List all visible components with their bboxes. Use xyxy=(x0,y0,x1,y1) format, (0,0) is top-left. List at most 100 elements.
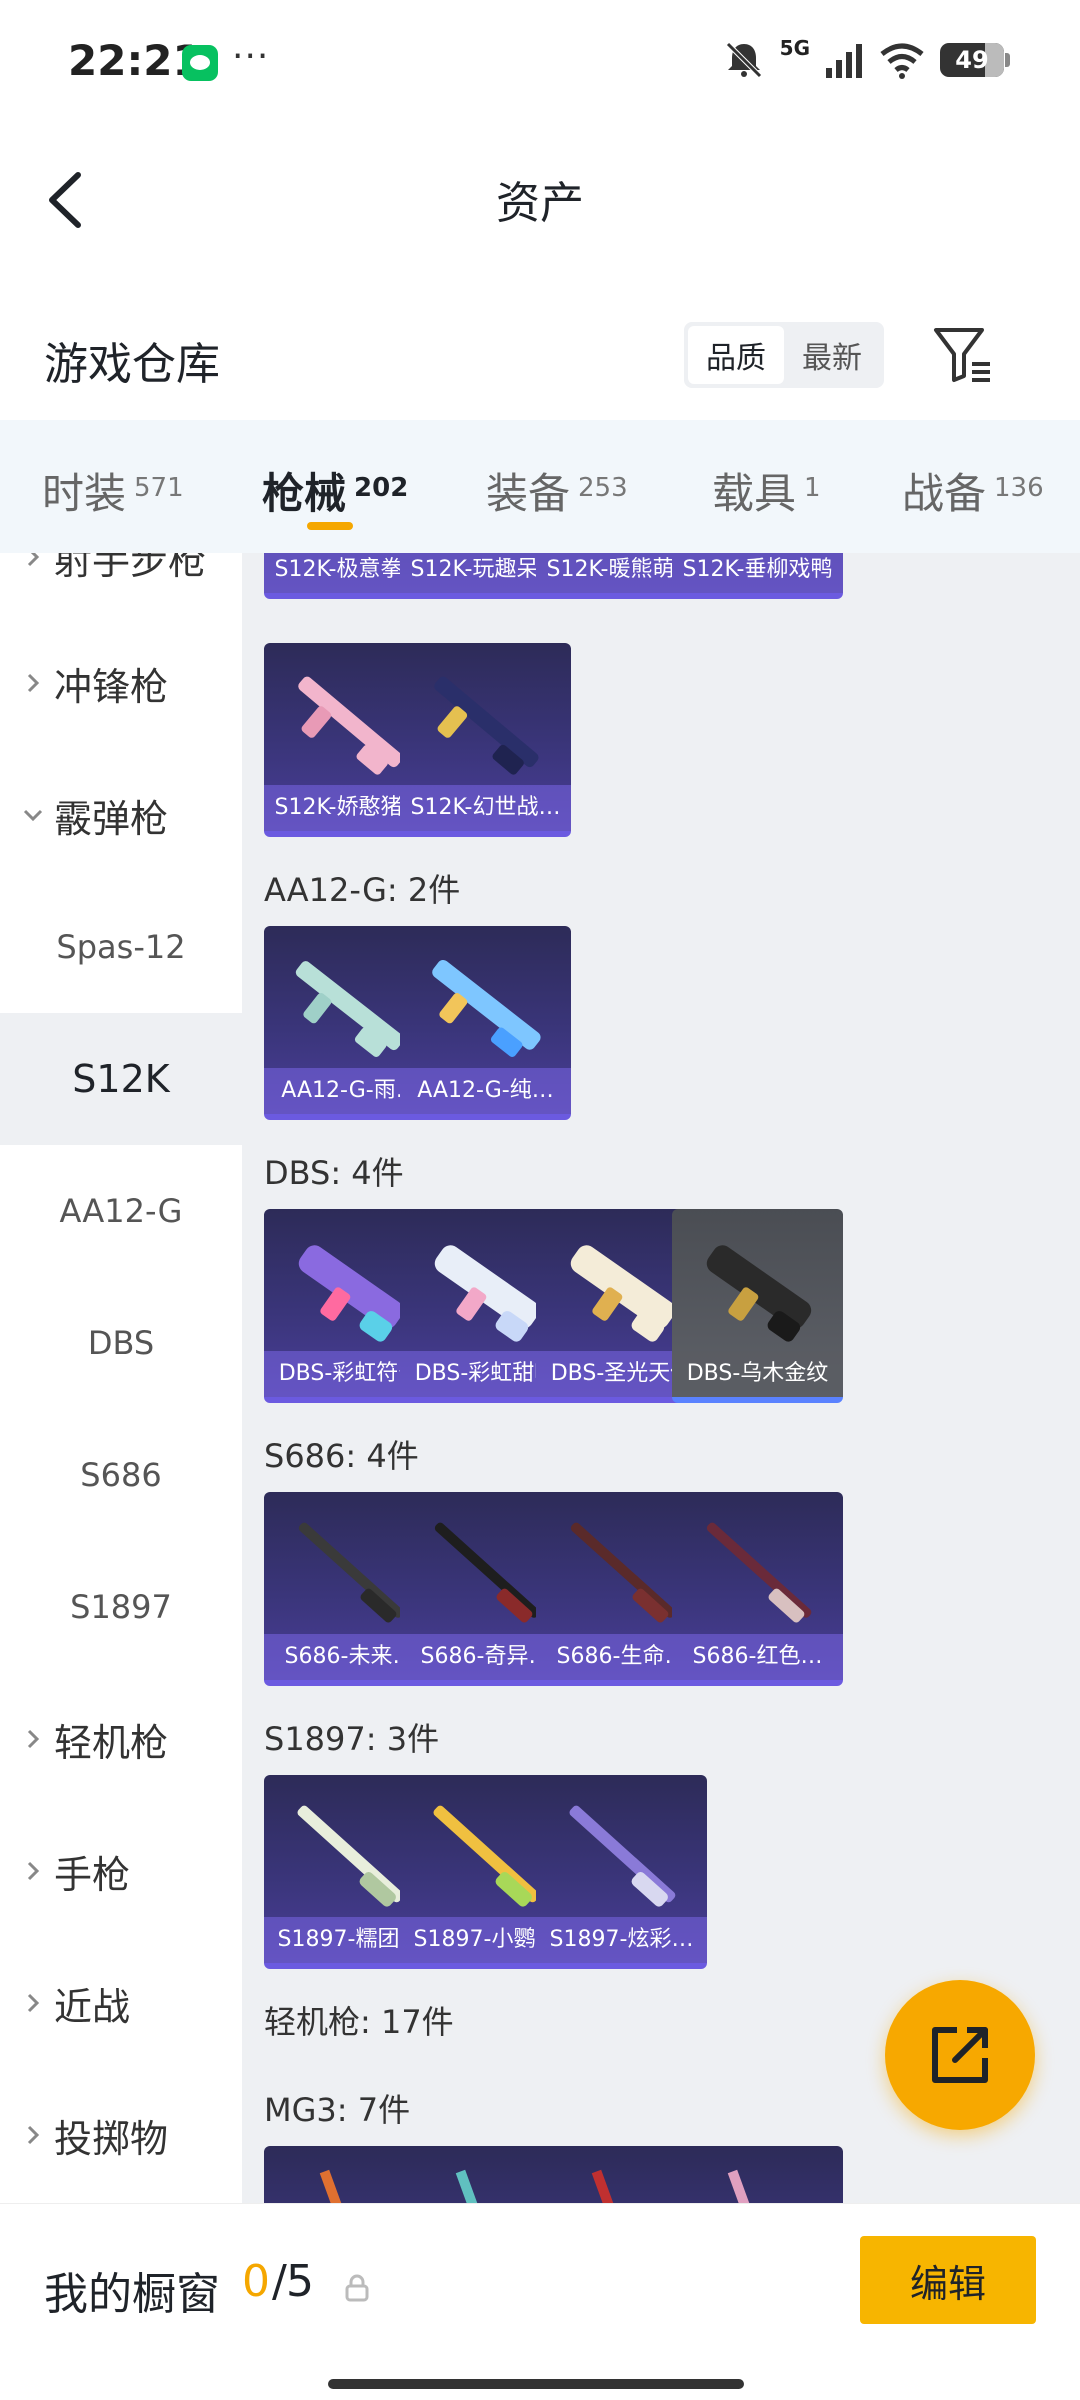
item-name: S1897-炫彩… xyxy=(536,1917,707,1963)
sidebar-item-smg[interactable]: 冲锋枪 xyxy=(0,617,242,749)
tab-count: 202 xyxy=(354,473,409,503)
showcase-bar: 我的橱窗 0 / 5 编辑 xyxy=(0,2203,1080,2400)
sidebar-item-label: S1897 xyxy=(70,1588,172,1626)
item-card[interactable] xyxy=(672,2146,843,2203)
tab-label: 装备 xyxy=(486,469,571,518)
mute-icon xyxy=(725,42,762,78)
sidebar-item-shotgun[interactable]: 霰弹枪 xyxy=(0,749,242,881)
group-header: S1897: 3件 xyxy=(264,1720,440,1758)
tab-label: 枪械 xyxy=(262,469,347,518)
weapon-category-sidebar: 射手步枪 冲锋枪 霰弹枪 Spas-12 S12K AA12-G DBS S68… xyxy=(0,553,242,2203)
active-tab-indicator xyxy=(307,522,353,530)
chevron-right-icon xyxy=(27,553,40,567)
group-header: DBS: 4件 xyxy=(264,1154,404,1192)
sidebar-item-label: 冲锋枪 xyxy=(54,664,169,709)
chevron-down-icon xyxy=(23,809,43,822)
app-header: 资产 xyxy=(0,125,1080,265)
sidebar-item-label: 手枪 xyxy=(54,1852,131,1897)
sidebar-item-spas-12[interactable]: Spas-12 xyxy=(0,881,242,1013)
share-button[interactable] xyxy=(885,1980,1035,2130)
tab-vehicles[interactable]: 载具 1 xyxy=(712,460,821,521)
group-header: MG3: 7件 xyxy=(264,2091,411,2129)
item-grid: S12K-极意拳锋 S12K-玩趣呆呆 S12K-暖熊萌萌 S12K-垂柳戏鸭 … xyxy=(242,553,1080,2203)
sidebar-item-lmg[interactable]: 轻机枪 xyxy=(0,1673,242,1805)
sort-newest-button[interactable]: 最新 xyxy=(784,326,880,384)
chevron-right-icon xyxy=(27,1861,40,1881)
sidebar-item-pistol[interactable]: 手枪 xyxy=(0,1805,242,1937)
sidebar-item-dbs[interactable]: DBS xyxy=(0,1277,242,1409)
showcase-separator: / xyxy=(272,2256,287,2307)
shotgun-skin-icon xyxy=(432,959,541,1057)
showcase-title: 我的橱窗 xyxy=(44,2269,220,2320)
shotgun-skin-icon xyxy=(434,676,539,775)
sidebar-item-label: AA12-G xyxy=(59,1192,183,1230)
item-card[interactable]: DBS-乌木金纹 xyxy=(672,1209,843,1403)
page-title: 资产 xyxy=(496,178,584,229)
group-header: 轻机枪: 17件 xyxy=(264,2003,454,2041)
more-notifications-icon: ··· xyxy=(232,36,270,77)
filter-icon[interactable] xyxy=(930,322,996,388)
tab-count: 1 xyxy=(804,473,821,503)
shotgun-skin-icon xyxy=(706,1522,812,1623)
warehouse-title: 游戏仓库 xyxy=(44,339,220,390)
showcase-used-count: 0 xyxy=(242,2256,270,2307)
group-header: AA12-G: 2件 xyxy=(264,871,461,909)
tab-fashion[interactable]: 时装 571 xyxy=(42,460,184,521)
tab-label: 载具 xyxy=(712,469,797,518)
item-name: S12K-幻世战… xyxy=(400,785,571,831)
battery-level: 49 xyxy=(955,46,989,74)
chevron-right-icon xyxy=(27,1729,40,1749)
sidebar-item-throwable[interactable]: 投掷物 xyxy=(0,2069,242,2201)
tab-label: 战备 xyxy=(902,469,987,518)
tab-firearms[interactable]: 枪械 202 xyxy=(262,460,408,521)
sidebar-item-label: Spas-12 xyxy=(56,928,186,966)
item-name: S686-红色… xyxy=(672,1634,843,1680)
sidebar-item-melee[interactable]: 近战 xyxy=(0,1937,242,2069)
tab-count: 136 xyxy=(994,473,1044,503)
sidebar-item-s1897[interactable]: S1897 xyxy=(0,1541,242,1673)
shotgun-skin-icon xyxy=(706,1245,812,1342)
item-card[interactable]: S12K-幻世战… xyxy=(400,643,571,837)
sidebar-item-s12k[interactable]: S12K xyxy=(0,1013,242,1145)
lock-icon xyxy=(345,2274,369,2302)
item-name: DBS-乌木金纹 xyxy=(672,1351,843,1397)
sidebar-item-label: 近战 xyxy=(54,1984,131,2029)
warehouse-header: 游戏仓库 品质 最新 xyxy=(0,300,1080,420)
sort-toggle: 品质 最新 xyxy=(684,322,884,388)
wifi-icon xyxy=(880,43,924,79)
item-card[interactable]: AA12-G-纯… xyxy=(400,926,571,1120)
signal-icon xyxy=(826,44,862,78)
tab-supplies[interactable]: 战备 136 xyxy=(902,460,1044,521)
edit-button[interactable]: 编辑 xyxy=(860,2236,1036,2324)
item-card[interactable]: S1897-炫彩… xyxy=(536,1775,707,1969)
sidebar-item-marksman-rifle[interactable]: 射手步枪 xyxy=(0,553,242,623)
category-tabs: 时装 571 枪械 202 装备 253 载具 1 战备 136 xyxy=(0,420,1080,553)
sidebar-item-s686[interactable]: S686 xyxy=(0,1409,242,1541)
tab-equipment[interactable]: 装备 253 xyxy=(486,460,628,521)
item-name: AA12-G-纯… xyxy=(400,1068,571,1114)
chevron-right-icon xyxy=(27,673,40,693)
item-card[interactable]: S686-红色… xyxy=(672,1492,843,1686)
group-header: S686: 4件 xyxy=(264,1437,419,1475)
tab-count: 253 xyxy=(578,473,628,503)
showcase-total-count: 5 xyxy=(286,2256,314,2307)
battery-icon: 49 xyxy=(940,43,1010,77)
item-name: S12K-垂柳戏鸭 xyxy=(672,553,843,593)
sidebar-item-label: S686 xyxy=(80,1456,162,1494)
item-card[interactable]: S12K-垂柳戏鸭 xyxy=(672,553,843,599)
sort-quality-button[interactable]: 品质 xyxy=(688,326,784,384)
sidebar-item-label: 射手步枪 xyxy=(54,553,207,583)
sidebar-item-label: 轻机枪 xyxy=(54,1720,169,1765)
sidebar-item-label: S12K xyxy=(72,1057,170,1101)
machine-gun-skin-icon xyxy=(727,2169,755,2203)
tab-label: 时装 xyxy=(42,469,127,518)
tab-count: 571 xyxy=(134,473,184,503)
home-indicator xyxy=(328,2379,744,2389)
share-icon xyxy=(932,2027,988,2083)
sidebar-item-aa12-g[interactable]: AA12-G xyxy=(0,1145,242,1277)
chevron-right-icon xyxy=(27,2125,40,2145)
wechat-icon xyxy=(182,45,218,81)
chevron-right-icon xyxy=(27,1993,40,2013)
shotgun-skin-icon xyxy=(569,1805,676,1907)
sidebar-item-label: 投掷物 xyxy=(54,2116,169,2161)
